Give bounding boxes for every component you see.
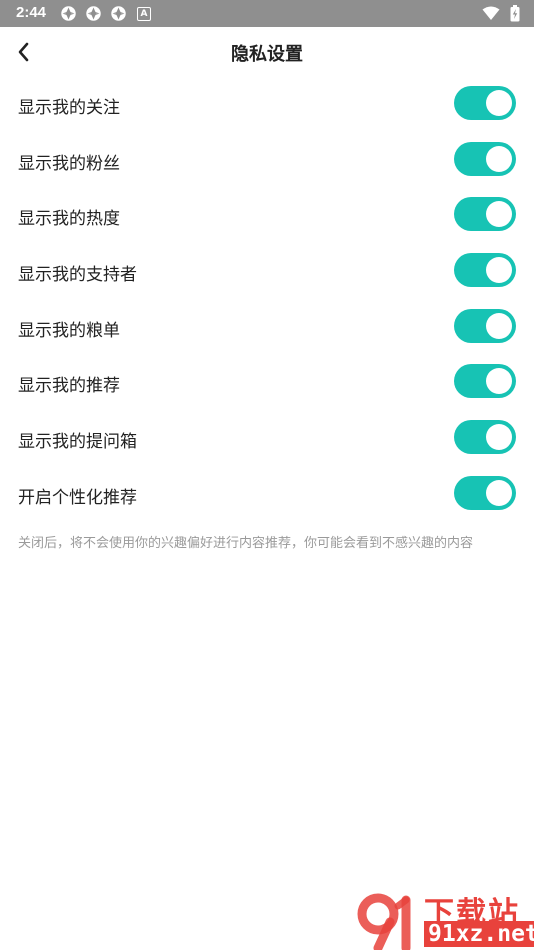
toggle-knob	[486, 368, 512, 395]
toggle-knob	[486, 145, 512, 172]
toggle-knob	[486, 257, 512, 284]
personalization-footnote: 关闭后，将不会使用你的兴趣偏好进行内容推荐，你可能会看到不感兴趣的内容	[18, 536, 474, 551]
app-notification-icon	[61, 6, 76, 21]
setting-row-show-supporters: 显示我的支持者	[0, 243, 534, 299]
site-watermark: 下载站 91xz.net	[354, 888, 534, 950]
show-following-toggle[interactable]	[454, 86, 516, 120]
app-notification-icon	[86, 6, 101, 21]
status-time: 2:44	[16, 4, 47, 21]
setting-row-show-following: 显示我的关注	[0, 76, 534, 132]
setting-row-show-fans: 显示我的粉丝	[0, 132, 534, 188]
setting-label: 开启个性化推荐	[18, 487, 137, 508]
setting-label: 显示我的关注	[18, 98, 120, 118]
privacy-settings-list: 显示我的关注 显示我的粉丝 显示我的热度 显示我的支持者 显示我的粮单 显示我的…	[0, 76, 534, 522]
status-bar: 2:44 A	[0, 0, 534, 27]
show-question-box-toggle[interactable]	[454, 420, 516, 455]
personalized-recommendations-toggle[interactable]	[454, 475, 516, 510]
watermark-logo-icon	[357, 893, 411, 950]
header: 隐私设置	[0, 27, 534, 77]
setting-label: 显示我的粮单	[18, 320, 120, 341]
setting-row-show-question-box: 显示我的提问箱	[0, 410, 534, 466]
watermark-domain: 91xz.net	[424, 921, 534, 947]
toggle-knob	[486, 312, 512, 339]
show-grain-list-toggle[interactable]	[454, 308, 516, 343]
setting-row-personalized-recommendations: 开启个性化推荐	[0, 466, 534, 522]
a-notification-icon: A	[137, 6, 151, 21]
setting-row-show-recommendations: 显示我的推荐	[0, 354, 534, 410]
toggle-knob	[486, 90, 512, 116]
status-notification-icons: A	[60, 5, 151, 22]
battery-charging-icon	[510, 5, 520, 22]
setting-label: 显示我的粉丝	[18, 153, 120, 174]
setting-row-show-grain-list: 显示我的粮单	[0, 299, 534, 355]
toggle-knob	[486, 201, 512, 228]
show-recommendations-toggle[interactable]	[454, 364, 516, 399]
wifi-icon	[482, 6, 500, 20]
show-popularity-toggle[interactable]	[454, 197, 516, 232]
show-fans-toggle[interactable]	[454, 141, 516, 176]
setting-label: 显示我的支持者	[18, 265, 137, 286]
setting-label: 显示我的热度	[18, 209, 120, 230]
app-notification-icon	[111, 6, 126, 21]
toggle-knob	[486, 424, 512, 451]
page-title: 隐私设置	[231, 44, 303, 65]
status-system-icons	[482, 5, 520, 22]
toggle-knob	[486, 479, 512, 506]
setting-row-show-popularity: 显示我的热度	[0, 187, 534, 243]
show-supporters-toggle[interactable]	[454, 253, 516, 288]
setting-label: 显示我的推荐	[18, 376, 120, 397]
setting-label: 显示我的提问箱	[18, 432, 137, 453]
